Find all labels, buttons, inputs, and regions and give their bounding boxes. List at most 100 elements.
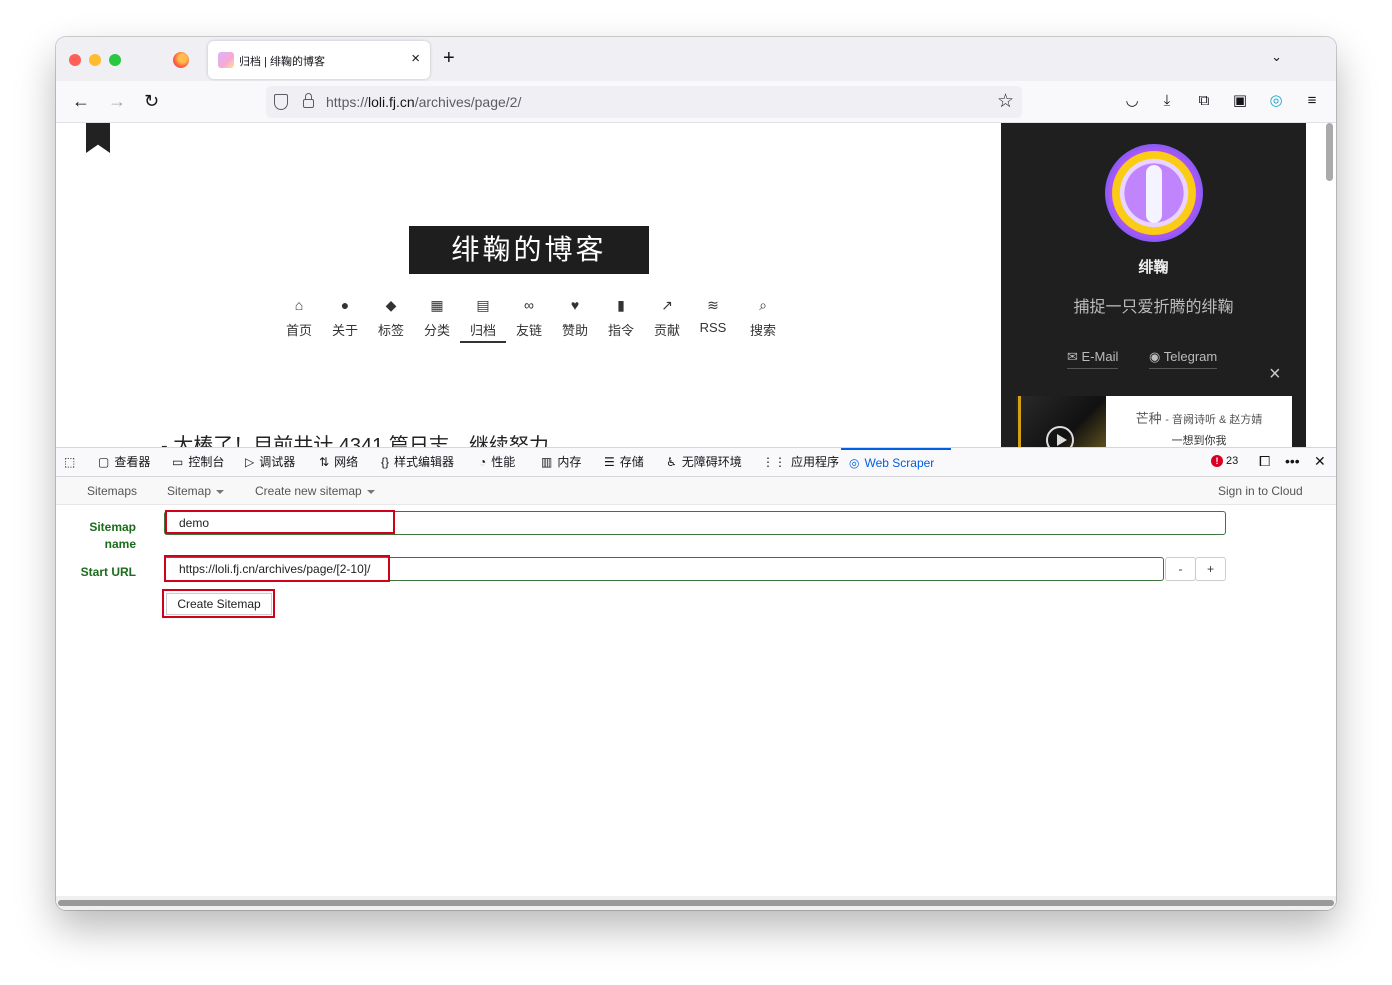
element-picker-icon: ⬚ (64, 455, 76, 469)
album-cover (1016, 396, 1106, 447)
tab-strip: 归档 | 绯鞠的博客 × + ⌄ (56, 37, 1336, 81)
memory-icon: ▥ (541, 455, 553, 469)
nav-sitemaps[interactable]: Sitemaps (87, 484, 137, 498)
extension-icon[interactable]: ▣ (1230, 91, 1250, 111)
link-icon: ∞ (524, 297, 534, 313)
favicon-icon (218, 52, 234, 68)
pocket-icon[interactable]: ◡ (1122, 91, 1142, 111)
author-name: 绯鞠 (1138, 259, 1169, 276)
braces-icon: {} (381, 455, 390, 469)
tab-web-scraper[interactable]: ◎ Web Scraper (841, 448, 951, 477)
menu-item-donate[interactable]: ♥ 赞助 (552, 295, 598, 339)
start-url-label: Start URL (80, 565, 136, 579)
chevron-down-icon[interactable]: ⌄ (1271, 49, 1282, 65)
remove-url-button[interactable]: - (1165, 557, 1196, 581)
song-info: 芒种 - 音阙诗听 & 赵方婧 (1135, 411, 1263, 426)
minimize-window-button[interactable] (89, 54, 101, 66)
close-window-button[interactable] (69, 54, 81, 66)
nav-create-new-sitemap[interactable]: Create new sitemap (255, 484, 375, 498)
menu-item-search[interactable]: ⌕ 搜索 (740, 295, 786, 339)
menu-item-tags[interactable]: ◆ 标签 (368, 295, 414, 339)
lock-icon[interactable] (303, 93, 314, 108)
site-title[interactable]: 绯鞠的博客 (409, 226, 649, 274)
nav-sign-in-cloud[interactable]: Sign in to Cloud (1218, 484, 1303, 498)
error-icon: ! (1211, 455, 1223, 467)
sidebar: 绯鞠 捕捉一只爱折腾的绯鞠 ✉ E-Mail ◉ Telegram × 芒种 -… (1001, 123, 1306, 447)
nav-sitemap-dropdown[interactable]: Sitemap (167, 484, 225, 498)
sitemap-name-label: Sitemap name (89, 520, 136, 551)
music-player: 芒种 - 音阙诗听 & 赵方婧 一想到你我 (1016, 396, 1292, 447)
close-devtools-icon[interactable]: ✕ (1314, 453, 1326, 470)
url-bar[interactable]: https://loli.fj.cn/archives/page/2/ ☆ (266, 86, 1022, 118)
archive-icon: ▤ (476, 297, 490, 313)
element-picker-button[interactable]: ⬚ (64, 448, 80, 477)
book-icon: ▮ (617, 297, 625, 313)
menu-item-archives[interactable]: ▤ 归档 (460, 295, 506, 343)
download-icon[interactable]: ⤓ (1157, 91, 1177, 111)
extensions-icon[interactable]: ⧉ (1194, 91, 1214, 111)
highlight-box (164, 555, 390, 582)
maximize-window-button[interactable] (109, 54, 121, 66)
menu-item-contributions[interactable]: ↗ 贡献 (644, 295, 690, 339)
avatar[interactable] (1105, 144, 1203, 242)
shield-icon[interactable] (274, 94, 288, 110)
tab-close-icon[interactable]: × (411, 50, 420, 67)
telegram-link[interactable]: ◉ Telegram (1149, 349, 1218, 369)
close-icon[interactable]: × (1269, 363, 1281, 386)
console-icon: ▭ (172, 455, 184, 469)
tab-memory[interactable]: ▥ 内存 (541, 448, 581, 477)
email-link[interactable]: ✉ E-Mail (1067, 349, 1119, 369)
tab-network[interactable]: ⇅ 网络 (319, 448, 358, 477)
home-icon: ⌂ (294, 297, 304, 313)
browser-window: 归档 | 绯鞠的博客 × + ⌄ ← → ↻ https://loli.fj.c… (56, 37, 1336, 910)
tab-console[interactable]: ▭ 控制台 (172, 448, 224, 477)
tab-storage[interactable]: ☰ 存储 (604, 448, 644, 477)
menu-item-home[interactable]: ⌂ 首页 (276, 295, 322, 339)
menu-item-about[interactable]: ● 关于 (322, 295, 368, 339)
web-page: 绯鞠的博客 ⌂ 首页 ● 关于 ◆ 标签 ▦ 分类 ▤ 归档 ∞ 友链 ♥ 赞助 ▮ 指令 ↗ 贡… (56, 123, 1336, 447)
menu-item-links[interactable]: ∞ 友链 (506, 295, 552, 339)
caret-down-icon (216, 489, 225, 494)
tab-debugger[interactable]: ▷ 调试器 (245, 448, 295, 477)
web-scraper-icon[interactable]: ◎ (1266, 91, 1286, 111)
menu-item-commands[interactable]: ▮ 指令 (598, 295, 644, 339)
network-icon: ⇅ (319, 455, 330, 469)
web-scraper-panel: Sitemaps Sitemap Create new sitemap Sign… (56, 477, 1336, 910)
web-scraper-icon: ◎ (849, 456, 860, 470)
forward-button[interactable]: → (108, 90, 126, 112)
donate-icon: ♥ (570, 297, 580, 313)
tab-inspector[interactable]: ▢ 查看器 (98, 448, 150, 477)
url-text[interactable]: https://loli.fj.cn/archives/page/2/ (326, 94, 521, 110)
add-url-button[interactable]: + (1195, 557, 1226, 581)
new-tab-button[interactable]: + (443, 47, 455, 70)
tab-performance[interactable]: ◔ 性能 (479, 448, 515, 477)
back-button[interactable]: ← (72, 90, 90, 112)
more-options-icon[interactable]: ••• (1285, 453, 1300, 469)
tab-application[interactable]: ⋮⋮ 应用程序 (762, 448, 839, 477)
bookmark-ribbon-icon[interactable] (86, 123, 110, 153)
error-count-badge[interactable]: ! 23 (1211, 455, 1238, 467)
tab-active[interactable]: 归档 | 绯鞠的博客 × (208, 41, 430, 79)
tab-style-editor[interactable]: {} 样式编辑器 (381, 448, 454, 477)
play-button[interactable] (1046, 426, 1074, 447)
horizontal-scrollbar (56, 896, 1336, 910)
horizontal-scrollbar-thumb[interactable] (58, 900, 1334, 906)
storage-icon: ☰ (604, 455, 615, 469)
bookmark-star-icon[interactable]: ☆ (997, 90, 1014, 113)
caret-down-icon (366, 489, 375, 494)
firefox-logo-icon[interactable] (173, 52, 189, 68)
menu-item-categories[interactable]: ▦ 分类 (414, 295, 460, 339)
grid-icon: ▦ (430, 297, 444, 313)
accessibility-icon: ♿ (666, 455, 677, 469)
navigation-toolbar: ← → ↻ https://loli.fj.cn/archives/page/2… (56, 81, 1336, 123)
page-scrollbar-thumb[interactable] (1326, 123, 1333, 181)
devtools-toolbar: ⬚ ▢ 查看器 ▭ 控制台 ▷ 调试器 ⇅ 网络 {} 样式编辑器 ◔ 性能 ▥ 内存 ☰ 存储… (56, 447, 1336, 477)
menu-item-rss[interactable]: ≋ RSS (690, 295, 736, 335)
responsive-design-icon[interactable]: ⧠ (1259, 453, 1270, 470)
reload-button[interactable]: ↻ (144, 90, 159, 112)
telegram-icon: ◉ (1149, 349, 1164, 364)
mail-icon: ✉ (1067, 349, 1082, 364)
menu-icon[interactable]: ≡ (1302, 91, 1322, 111)
gauge-icon: ◔ (479, 455, 487, 469)
tab-accessibility[interactable]: ♿ 无障碍环境 (666, 448, 742, 477)
